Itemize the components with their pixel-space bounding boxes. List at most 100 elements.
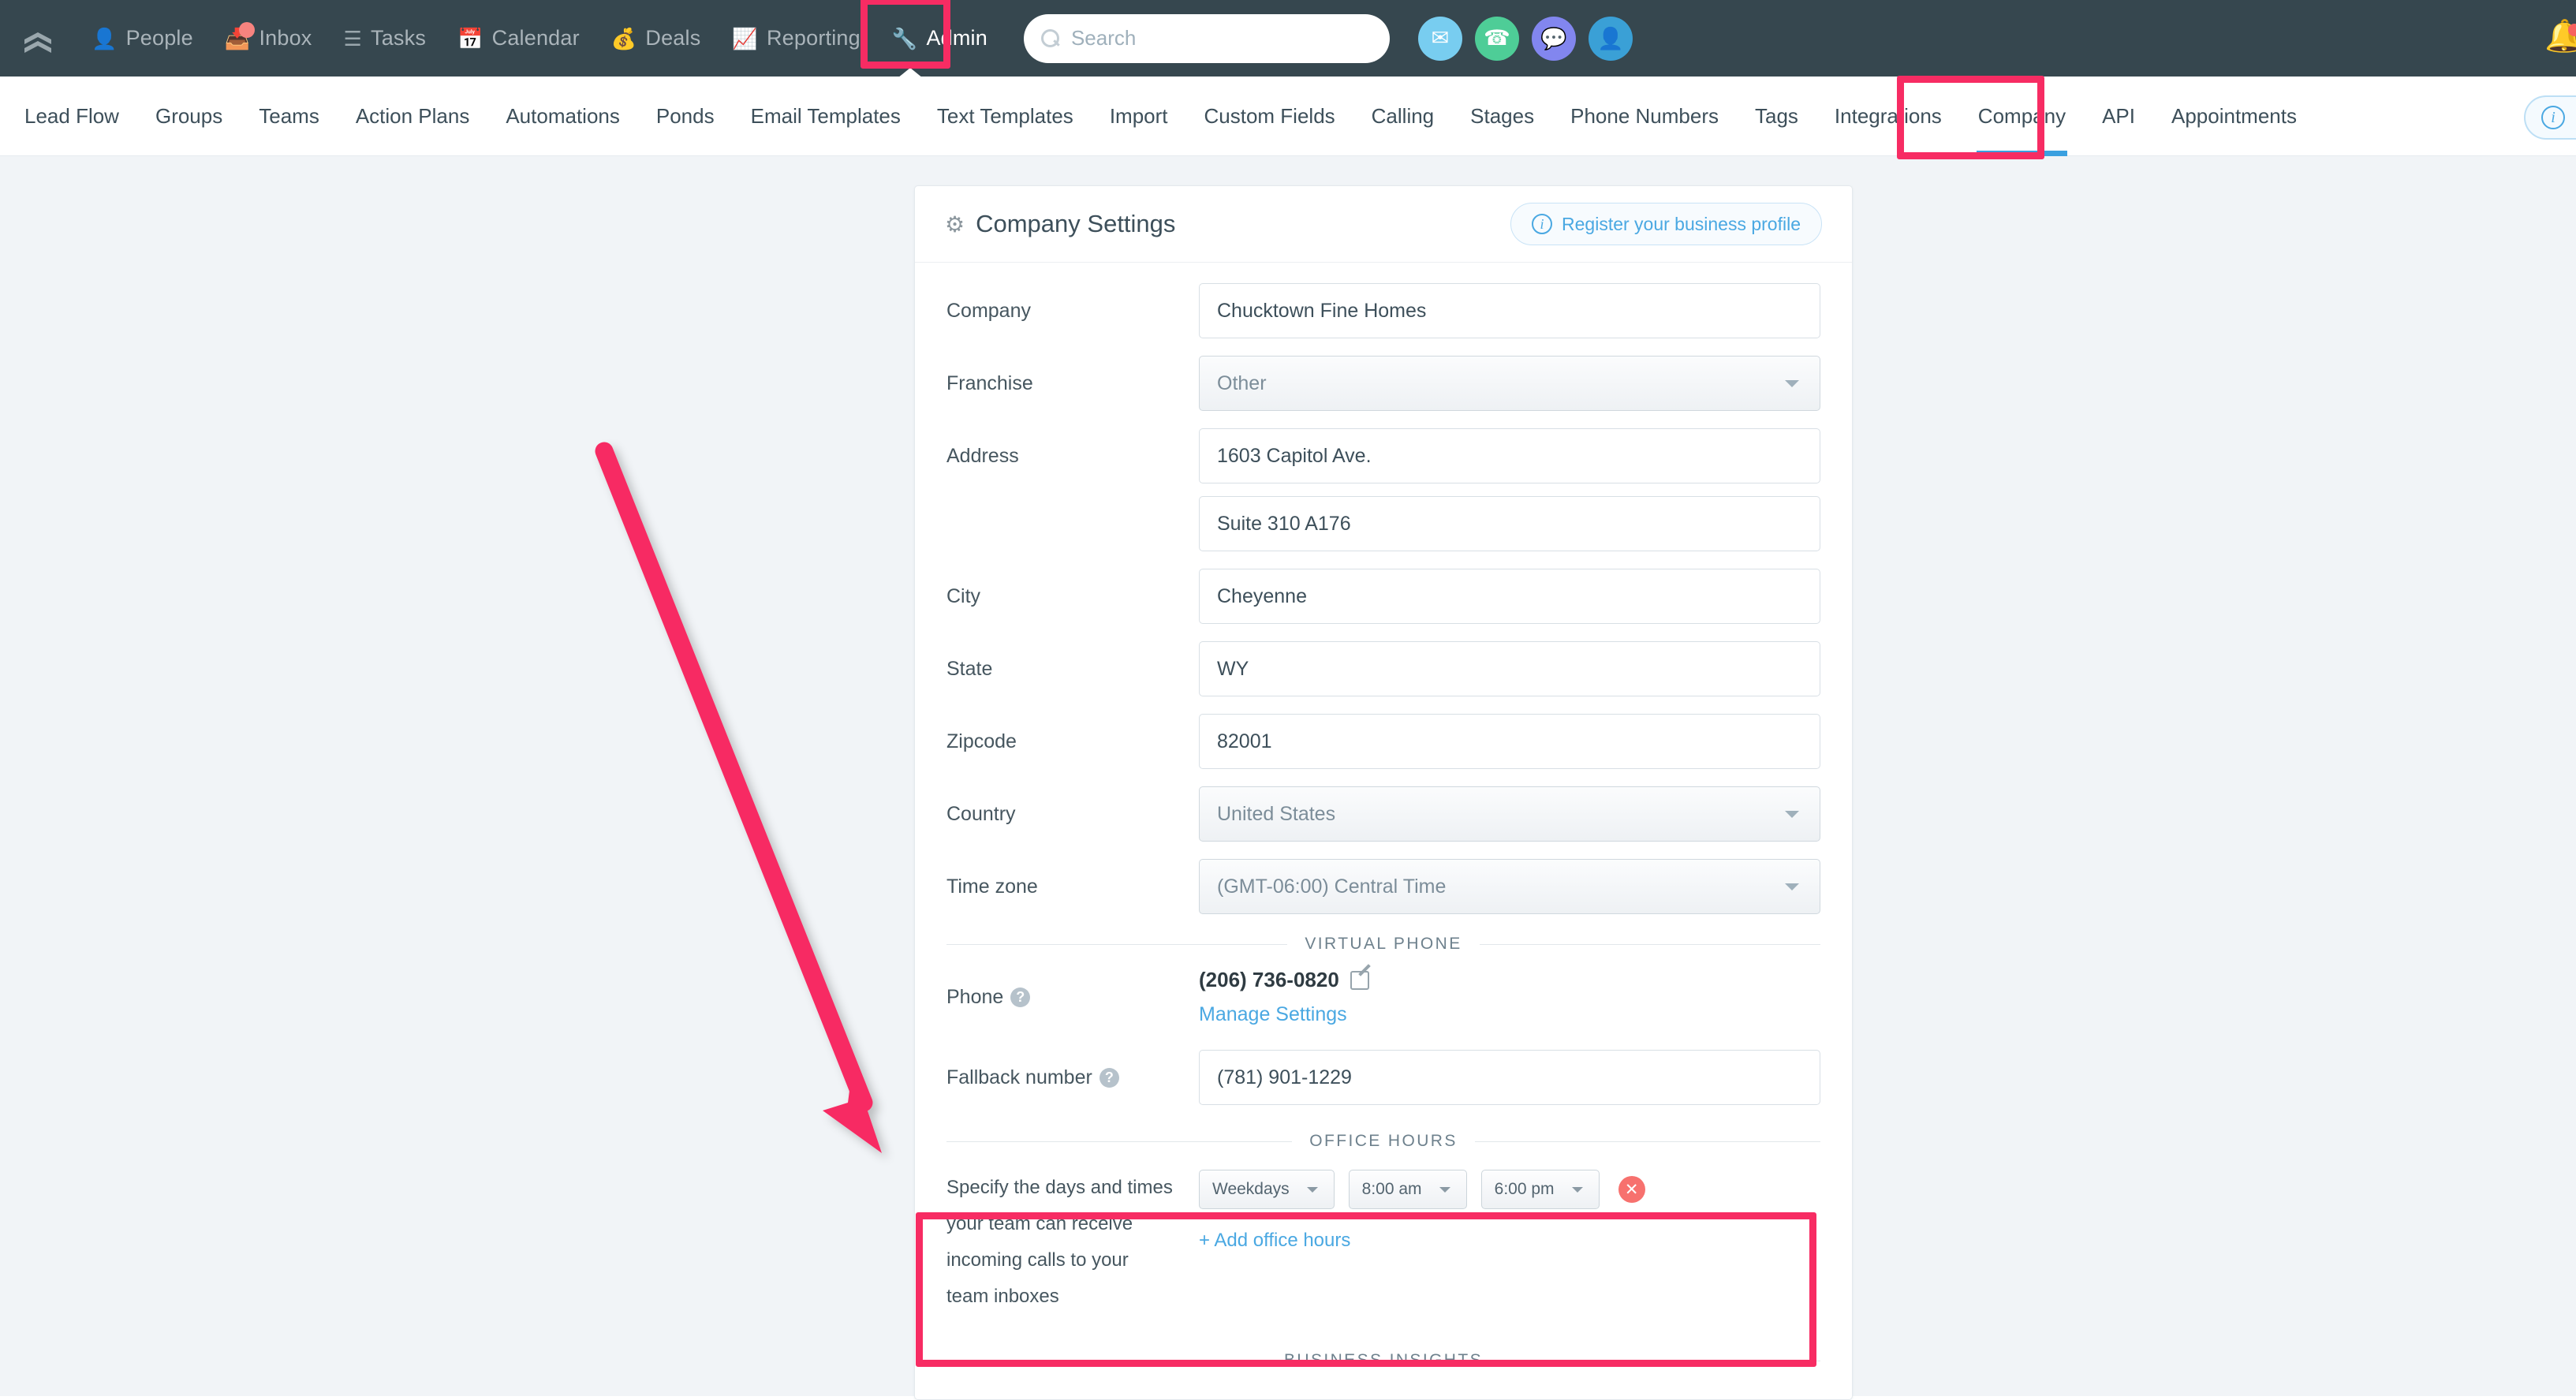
search-input[interactable]: Search [1023, 13, 1390, 63]
chevron-down-icon [1785, 883, 1799, 890]
manage-settings-link[interactable]: Manage Settings [1199, 1003, 1820, 1026]
add-office-hours-link[interactable]: + Add office hours [1199, 1230, 1820, 1252]
country-select[interactable]: United States [1199, 786, 1820, 842]
city-input[interactable]: Cheyenne [1199, 569, 1820, 624]
list-icon: ☰ [343, 26, 363, 50]
field-row-address: Address 1603 Capitol Ave. [946, 428, 1820, 483]
nav-item-inbox[interactable]: 📥 Inbox [209, 0, 328, 77]
admin-active-pointer [898, 68, 923, 78]
subnav-item-integrations[interactable]: Integrations [1816, 77, 1960, 156]
label-address: Address [946, 444, 1019, 467]
phone-number-display: (206) 736-0820 [1199, 968, 1820, 992]
divider-line-left [946, 943, 1288, 945]
nav-item-people[interactable]: 👤 People [76, 0, 209, 77]
chevron-down-icon [1785, 810, 1799, 818]
office-hours-end-select[interactable]: 6:00 pm [1480, 1170, 1600, 1209]
nav-item-calendar[interactable]: 📅 Calendar [442, 0, 595, 77]
search-icon [1040, 28, 1060, 48]
question-mark-icon[interactable]: ? [1010, 987, 1031, 1007]
label-fallback-number: Fallback number ? [946, 1066, 1199, 1089]
zipcode-input[interactable]: 82001 [1199, 714, 1820, 769]
edit-pencil-icon[interactable] [1350, 970, 1369, 990]
chevron-down-icon [1439, 1186, 1450, 1193]
subnav-label: Stages [1470, 103, 1535, 128]
subnav-label: Ponds [655, 103, 715, 128]
company-input[interactable]: Chucktown Fine Homes [1199, 283, 1820, 338]
chat-icon[interactable]: 💬 [1531, 16, 1576, 61]
label-timezone: Time zone [946, 875, 1038, 898]
label-zipcode: Zipcode [946, 730, 1017, 752]
subnav-item-action-plans[interactable]: Action Plans [338, 77, 488, 156]
register-business-profile-button[interactable]: i Register your business profile [1510, 203, 1822, 245]
subnav-label: Groups [155, 103, 223, 128]
state-input[interactable]: WY [1199, 641, 1820, 696]
add-person-icon[interactable]: 👤 [1588, 16, 1633, 61]
subnav-item-custom-fields[interactable]: Custom Fields [1186, 77, 1353, 156]
company-settings-form: Company Chucktown Fine Homes Franchise O… [915, 263, 1852, 1386]
subnav-item-text-templates[interactable]: Text Templates [919, 77, 1092, 156]
nav-label-deals: Deals [645, 26, 701, 50]
phone-icon[interactable]: ☎ [1474, 16, 1519, 61]
subnav-item-company[interactable]: Company [1960, 77, 2084, 156]
subnav-item-lead-flow[interactable]: Lead Flow [6, 77, 137, 156]
help-info-pill[interactable]: i [2524, 95, 2576, 140]
chevron-down-icon [1785, 379, 1799, 387]
field-row-city: City Cheyenne [946, 569, 1820, 624]
subnav-label: Automations [506, 103, 620, 128]
office-hours-controls: Weekdays 8:00 am 6:00 pm ✕ + Add office … [1199, 1170, 1820, 1252]
field-row-state: State WY [946, 641, 1820, 696]
subnav-label: Import [1109, 103, 1168, 128]
gear-icon: ⚙ [945, 211, 965, 237]
subnav-item-groups[interactable]: Groups [137, 77, 241, 156]
quick-action-icons: ✉ ☎ 💬 👤 [1417, 16, 1633, 61]
bell-icon[interactable]: 🔔 [2544, 17, 2576, 54]
subnav-item-appointments[interactable]: Appointments [2153, 77, 2315, 156]
subnav-item-api[interactable]: API [2084, 77, 2153, 156]
address-line1-input[interactable]: 1603 Capitol Ave. [1199, 428, 1820, 483]
country-selected-value: United States [1217, 802, 1336, 825]
email-icon[interactable]: ✉ [1417, 16, 1462, 61]
subnav-label: Teams [259, 103, 319, 128]
question-mark-icon[interactable]: ? [1099, 1067, 1119, 1088]
subnav-item-email-templates[interactable]: Email Templates [733, 77, 919, 156]
nav-item-reporting[interactable]: 📈 Reporting [716, 0, 875, 77]
remove-office-hours-button[interactable]: ✕ [1618, 1176, 1645, 1203]
info-icon: i [1532, 214, 1553, 234]
divider-label: BUSINESS INSIGHTS [1284, 1351, 1484, 1370]
subnav-item-automations[interactable]: Automations [487, 77, 638, 156]
field-row-country: Country United States [946, 786, 1820, 842]
divider-label: VIRTUAL PHONE [1305, 935, 1462, 953]
nav-item-deals[interactable]: 💰 Deals [595, 0, 717, 77]
subnav-label: Appointments [2171, 103, 2297, 128]
office-hours-start-value: 8:00 am [1361, 1180, 1422, 1198]
timezone-select[interactable]: (GMT-06:00) Central Time [1199, 859, 1820, 914]
subnav-label: API [2102, 103, 2135, 128]
wrench-icon: 🔧 [891, 26, 918, 50]
office-hours-days-select[interactable]: Weekdays [1199, 1170, 1335, 1209]
divider-line-right [1479, 943, 1820, 945]
top-navigation-bar: 👤 People 📥 Inbox ☰ Tasks 📅 Calendar 💰 De… [0, 0, 2576, 77]
search-placeholder: Search [1070, 26, 1137, 50]
label-state: State [946, 657, 993, 680]
subnav-item-import[interactable]: Import [1092, 77, 1186, 156]
inbox-icon: 📥 [225, 21, 256, 49]
subnav-label: Text Templates [936, 103, 1073, 128]
phone-value-stack: (206) 736-0820 Manage Settings [1199, 968, 1820, 1026]
fallback-number-input[interactable]: (781) 901-1229 [1199, 1050, 1820, 1105]
field-row-address2: Suite 310 A176 [946, 496, 1820, 551]
subnav-item-stages[interactable]: Stages [1452, 77, 1552, 156]
subnav-label: Email Templates [750, 103, 901, 128]
subnav-item-ponds[interactable]: Ponds [638, 77, 733, 156]
subnav-item-teams[interactable]: Teams [241, 77, 338, 156]
address-line2-input[interactable]: Suite 310 A176 [1199, 496, 1820, 551]
franchise-select[interactable]: Other [1199, 356, 1820, 411]
subnav-item-calling[interactable]: Calling [1353, 77, 1453, 156]
nav-label-admin: Admin [926, 26, 987, 50]
nav-item-admin[interactable]: 🔧 Admin [876, 0, 1003, 77]
subnav-item-phone-numbers[interactable]: Phone Numbers [1552, 77, 1737, 156]
subnav-item-tags[interactable]: Tags [1737, 77, 1816, 156]
office-hours-start-select[interactable]: 8:00 am [1348, 1170, 1467, 1209]
divider-label: OFFICE HOURS [1309, 1132, 1458, 1150]
nav-item-tasks[interactable]: ☰ Tasks [328, 0, 442, 77]
menu-toggle-button[interactable] [0, 0, 76, 77]
